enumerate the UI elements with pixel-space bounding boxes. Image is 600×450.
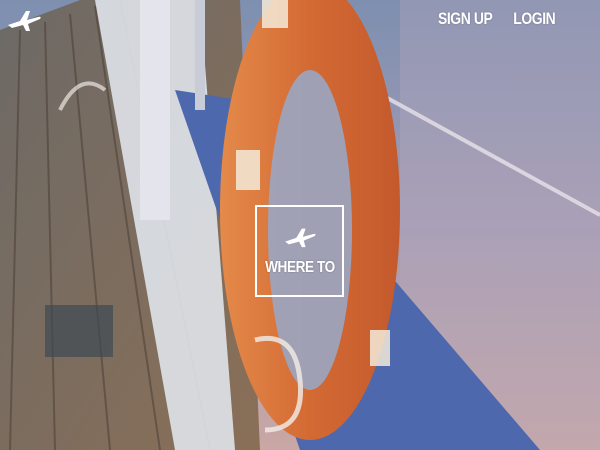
signup-link[interactable]: SIGN UP <box>438 9 493 29</box>
where-to-label: WHERE TO <box>264 259 335 276</box>
airplane-icon <box>284 228 315 248</box>
top-nav: SIGN UP LOGIN <box>426 9 555 29</box>
brand-logo[interactable] <box>6 5 42 33</box>
login-link[interactable]: LOGIN <box>513 9 556 29</box>
airplane-icon <box>8 11 41 31</box>
where-to-button[interactable]: WHERE TO <box>255 205 344 297</box>
